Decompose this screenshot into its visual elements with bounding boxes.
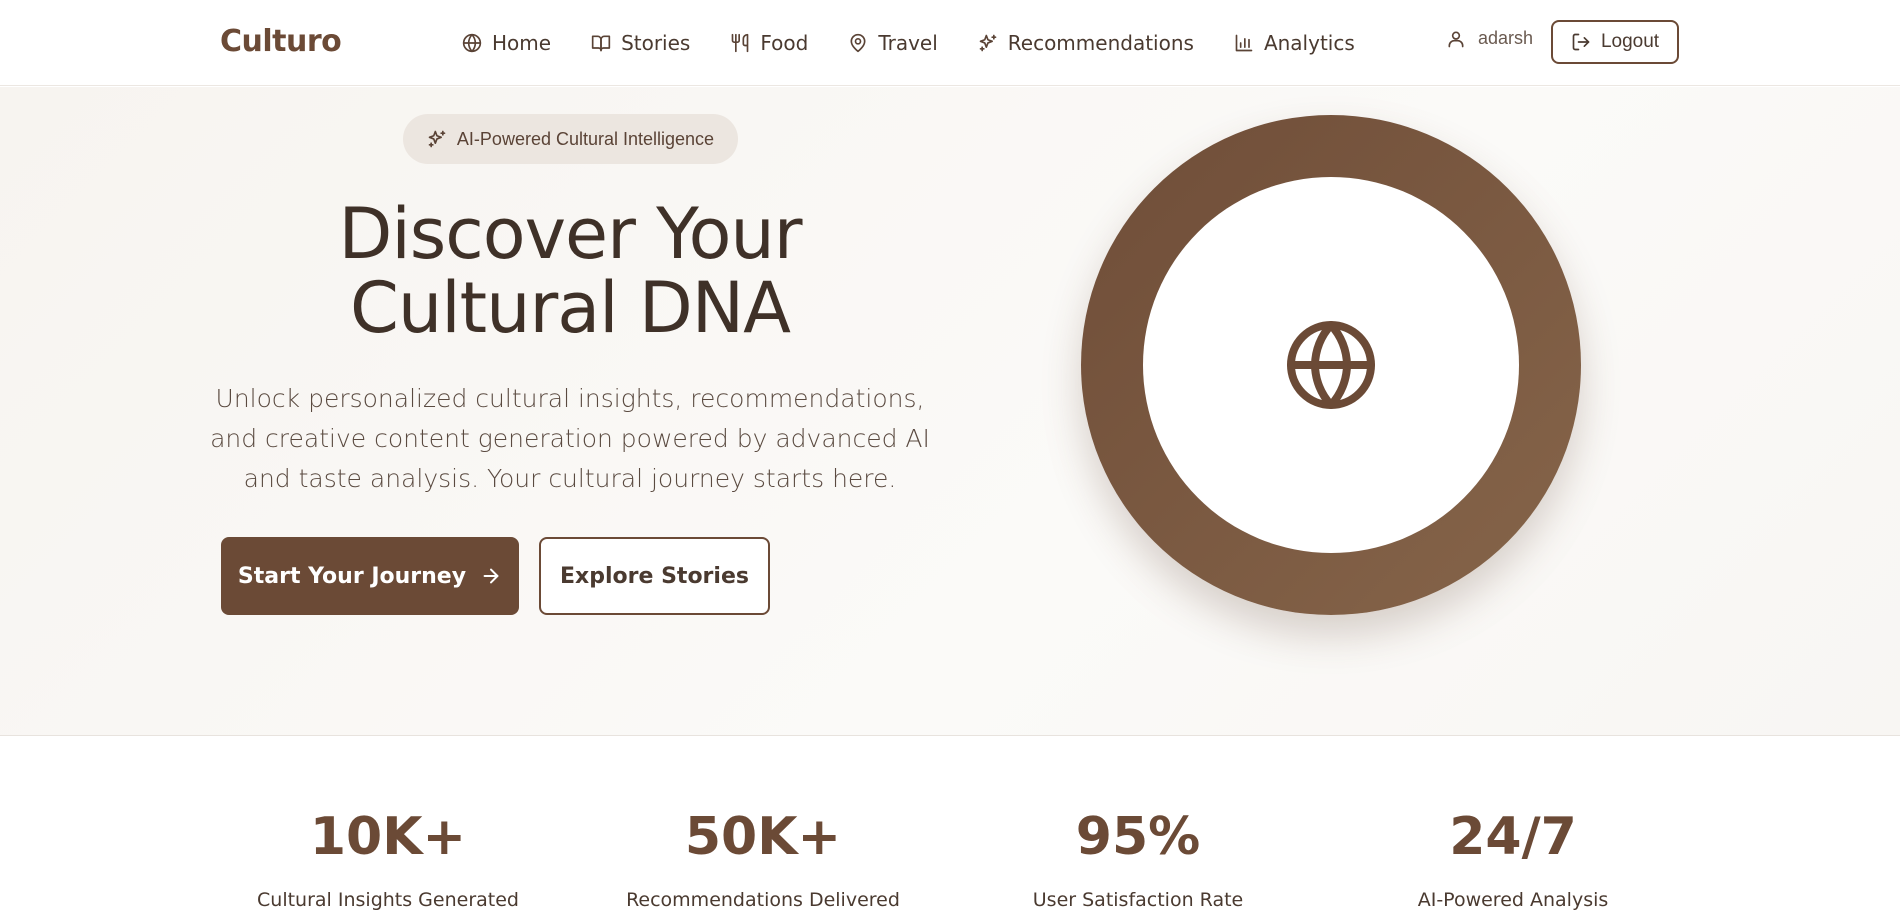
- ai-badge: AI-Powered Cultural Intelligence: [403, 114, 738, 164]
- nav-item-label: Home: [492, 31, 552, 55]
- brand-logo[interactable]: Culturo: [220, 24, 342, 59]
- stat-label: Cultural Insights Generated: [257, 889, 519, 911]
- stat-analysis: 24/7 AI-Powered Analysis: [1343, 807, 1683, 911]
- nav-item-stories[interactable]: Stories: [591, 31, 690, 55]
- stat-insights: 10K+ Cultural Insights Generated: [218, 807, 558, 911]
- nav-item-label: Food: [760, 31, 809, 55]
- explore-stories-button[interactable]: Explore Stories: [539, 537, 770, 615]
- logout-label: Logout: [1600, 31, 1660, 52]
- bar-chart-icon: [1235, 34, 1253, 52]
- explore-stories-label: Explore Stories: [560, 563, 749, 589]
- stat-recommendations: 50K+ Recommendations Delivered: [593, 807, 933, 911]
- logout-icon: [1572, 33, 1590, 51]
- user-info: adarsh: [1446, 28, 1533, 49]
- user-icon: [1448, 30, 1464, 47]
- stat-value: 50K+: [684, 807, 842, 867]
- globe-ring-graphic: [1081, 115, 1581, 615]
- hero-title-line1: Discover Your: [338, 193, 802, 275]
- nav-item-label: Stories: [621, 31, 691, 55]
- stat-satisfaction: 95% User Satisfaction Rate: [968, 807, 1308, 911]
- sparkles-icon: [979, 34, 997, 52]
- hero-title: Discover Your Cultural DNA: [220, 197, 920, 345]
- nav-item-label: Recommendations: [1007, 31, 1194, 55]
- main-nav: Home Stories Food Travel Recommendations…: [462, 26, 1395, 60]
- stat-label: User Satisfaction Rate: [1032, 889, 1244, 911]
- username: adarsh: [1478, 28, 1534, 48]
- nav-item-label: Travel: [878, 31, 938, 55]
- sparkles-icon: [428, 130, 446, 148]
- stat-label: Recommendations Delivered: [626, 889, 900, 911]
- nav-item-label: Analytics: [1263, 31, 1355, 55]
- top-navbar: Culturo Home Stories Food Travel Recomme…: [0, 0, 1900, 86]
- globe-icon: [462, 33, 482, 53]
- nav-item-home[interactable]: Home: [462, 31, 551, 55]
- badge-label: AI-Powered Cultural Intelligence: [456, 128, 715, 149]
- stats-section: 10K+ Cultural Insights Generated 50K+ Re…: [0, 737, 1900, 916]
- stat-label: AI-Powered Analysis: [1417, 889, 1609, 911]
- hero-section: AI-Powered Cultural Intelligence Discove…: [0, 87, 1900, 736]
- stat-value: 95%: [1075, 807, 1201, 867]
- nav-item-analytics[interactable]: Analytics: [1234, 31, 1355, 55]
- start-journey-button[interactable]: Start Your Journey: [221, 537, 519, 615]
- hero-description: Unlock personalized cultural insights, r…: [210, 384, 930, 493]
- nav-item-travel[interactable]: Travel: [848, 31, 938, 55]
- globe-ring-inner: [1143, 177, 1519, 553]
- arrow-right-icon: [483, 568, 499, 584]
- stat-value: 10K+: [309, 807, 467, 867]
- book-icon: [591, 35, 611, 52]
- start-journey-label: Start Your Journey: [237, 563, 467, 589]
- logout-button[interactable]: Logout: [1551, 20, 1679, 64]
- nav-item-food[interactable]: Food: [730, 31, 808, 55]
- nav-item-recommendations[interactable]: Recommendations: [978, 31, 1194, 55]
- globe-icon: [1287, 321, 1375, 409]
- stat-value: 24/7: [1449, 807, 1577, 867]
- utensils-icon: [732, 33, 749, 53]
- hero-title-line2: Cultural DNA: [349, 267, 791, 349]
- map-pin-icon: [850, 33, 866, 53]
